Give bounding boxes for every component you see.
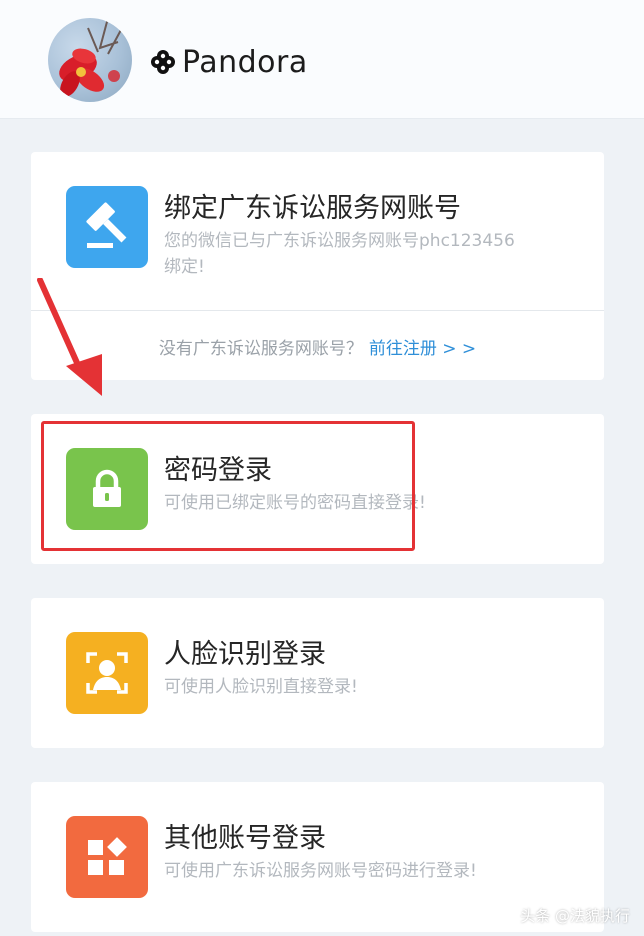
username-row: Pandora <box>148 42 308 82</box>
divider <box>31 310 604 311</box>
face-scan-icon <box>86 652 128 694</box>
bind-account-desc: 您的微信已与广东诉讼服务网账号phc123456 绑定! <box>164 228 515 280</box>
other-login-title: 其他账号登录 <box>164 823 326 854</box>
bind-account-title: 绑定广东诉讼服务网账号 <box>164 193 461 224</box>
face-login-title: 人脸识别登录 <box>164 639 326 670</box>
watermark: 头条 @法貌执行 <box>520 907 630 925</box>
profile-header: Pandora <box>0 0 644 119</box>
other-login-card[interactable]: 其他账号登录 可使用广东诉讼服务网账号密码进行登录! <box>31 782 604 932</box>
bind-account-desc-line1: 您的微信已与广东诉讼服务网账号phc123456 <box>164 231 515 251</box>
apps-icon <box>88 837 127 875</box>
annotation-arrow-icon <box>37 278 102 396</box>
register-prompt: 没有广东诉讼服务网账号？ <box>158 339 363 359</box>
face-login-desc: 可使用人脸识别直接登录! <box>164 677 358 697</box>
register-row: 没有广东诉讼服务网账号？ 前往注册 > > <box>31 334 604 359</box>
bind-account-card: 绑定广东诉讼服务网账号 您的微信已与广东诉讼服务网账号phc123456 绑定!… <box>31 152 604 380</box>
bind-account-desc-line2: 绑定! <box>164 257 205 277</box>
bind-account-icon-box <box>66 186 148 268</box>
gavel-icon <box>86 202 127 248</box>
clover-icon <box>151 50 175 74</box>
face-login-card[interactable]: 人脸识别登录 可使用人脸识别直接登录! <box>31 598 604 748</box>
other-login-desc: 可使用广东诉讼服务网账号密码进行登录! <box>164 861 477 881</box>
annotation-highlight-box <box>41 421 415 551</box>
face-login-icon-box <box>66 632 148 714</box>
register-link[interactable]: 前往注册 > > <box>369 339 476 359</box>
avatar-flower-image <box>54 18 123 102</box>
avatar[interactable] <box>48 18 132 102</box>
other-login-icon-box <box>66 816 148 898</box>
username: Pandora <box>182 44 308 80</box>
